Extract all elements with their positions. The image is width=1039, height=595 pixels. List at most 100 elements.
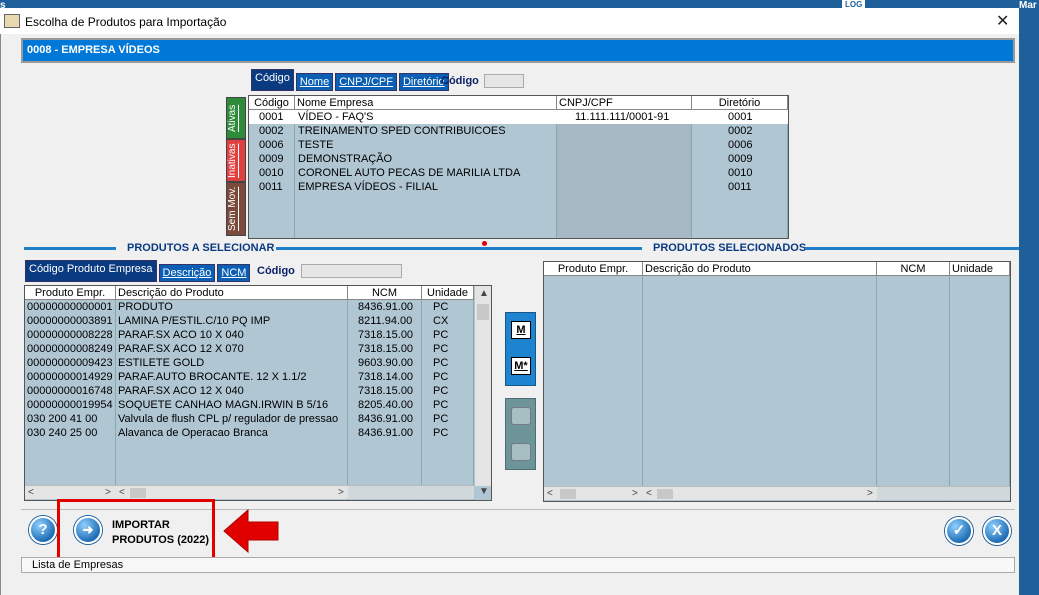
close-icon[interactable]: ✕ xyxy=(996,11,1009,31)
col-header-codigo[interactable]: Código xyxy=(249,96,295,110)
cell-produto: 00000000009423 xyxy=(27,357,113,369)
table-row[interactable]: 00000000003891 LAMINA P/ESTIL.C/10 PQ IMP… xyxy=(25,314,474,328)
vtab-ativas[interactable]: Ativas xyxy=(226,97,246,139)
cell-produto: 00000000003891 xyxy=(27,315,113,327)
tab-ncm[interactable]: NCM xyxy=(217,264,251,282)
table-row[interactable]: 00000000009423 ESTILETE GOLD 9603.90.00 PC xyxy=(25,356,474,370)
cell-descricao: ESTILETE GOLD xyxy=(118,357,205,369)
status-bar: Lista de Empresas xyxy=(21,557,1015,573)
scroll-right-icon[interactable]: > xyxy=(338,487,344,498)
cell-produto: 00000000014929 xyxy=(27,371,113,383)
cell-ncm: 8205.40.00 xyxy=(358,399,414,411)
scroll-up-icon[interactable]: ▲ xyxy=(479,288,489,299)
cell-descricao: Valvula de flush CPL p/ regulador de pre… xyxy=(118,413,339,425)
cell-ncm: 8436.91.00 xyxy=(358,427,414,439)
col-header-unidade[interactable]: Unidade xyxy=(950,262,1010,276)
help-button[interactable]: ? xyxy=(29,516,57,544)
col-header-descricao[interactable]: Descrição do Produto xyxy=(116,286,348,300)
tab-codigo-produto[interactable]: Código Produto Empresa xyxy=(25,260,157,282)
scroll-left-icon[interactable]: < xyxy=(28,487,34,498)
cell-produto: 030 200 41 00 xyxy=(27,413,98,425)
cell-diretorio: 0002 xyxy=(728,125,753,137)
table-row[interactable]: 0002 TREINAMENTO SPED CONTRIBUICOES 0002 xyxy=(249,124,788,138)
scroll-thumb[interactable] xyxy=(477,304,489,320)
cell-nome: DEMONSTRAÇÃO xyxy=(298,153,393,165)
cancel-button[interactable]: X xyxy=(983,517,1011,545)
company-search-tabs: Código Nome CNPJ/CPF Diretório xyxy=(251,69,451,91)
cell-unidade: PC xyxy=(433,385,449,397)
cell-descricao: PARAF.SX ACO 12 X 070 xyxy=(118,343,244,355)
products-vscroll[interactable]: ▲ ▼ xyxy=(475,286,491,497)
vtab-inativas[interactable]: Inativas xyxy=(226,139,246,182)
remove-selected-button[interactable] xyxy=(511,407,531,425)
cell-diretorio: 0011 xyxy=(728,181,752,193)
scroll-down-icon[interactable]: ▼ xyxy=(479,486,489,497)
table-row[interactable]: 00000000008249 PARAF.SX ACO 12 X 070 7318.… xyxy=(25,342,474,356)
cell-unidade: PC xyxy=(433,399,449,411)
cell-produto: 030 240 25 00 xyxy=(27,427,98,439)
scroll-left-icon[interactable]: < xyxy=(119,487,125,498)
col-line xyxy=(877,276,950,501)
table-row[interactable]: 00000000008228 PARAF.SX ACO 10 X 040 7318.… xyxy=(25,328,474,342)
table-row[interactable]: 00000000016748 PARAF.SX ACO 12 X 040 7318.… xyxy=(25,384,474,398)
company-search-input[interactable] xyxy=(484,74,524,88)
products-hscroll-1[interactable]: < > xyxy=(25,485,116,499)
col-header-descricao[interactable]: Descrição do Produto xyxy=(643,262,877,276)
scroll-right-icon[interactable]: > xyxy=(867,488,873,499)
col-header-nome[interactable]: Nome Empresa xyxy=(295,96,557,110)
move-all-button[interactable]: M* xyxy=(511,357,531,375)
right-section-title: PRODUTOS SELECIONADOS xyxy=(653,242,807,254)
tab-nome[interactable]: Nome xyxy=(295,73,334,91)
table-row[interactable]: 00000000014929 PARAF.AUTO BROCANTE. 12 X … xyxy=(25,370,474,384)
table-row[interactable]: 00000000019954 SOQUETE CANHAO MAGN.IRWIN … xyxy=(25,398,474,412)
col-header-ncm[interactable]: NCM xyxy=(877,262,950,276)
col-header-diretorio[interactable]: Diretório xyxy=(692,96,788,110)
vtab-sem-mov[interactable]: Sem Mov. xyxy=(226,182,246,236)
scroll-thumb[interactable] xyxy=(130,488,146,498)
cell-descricao: LAMINA P/ESTIL.C/10 PQ IMP xyxy=(118,315,271,327)
product-search-label: Código xyxy=(257,265,295,277)
selected-hscroll-2[interactable]: < > xyxy=(643,486,877,500)
scroll-left-icon[interactable]: < xyxy=(646,488,652,499)
col-header-cnpj[interactable]: CNPJ/CPF xyxy=(557,96,692,110)
cell-descricao: Alavanca de Operacao Branca xyxy=(118,427,268,439)
table-row[interactable]: 0001 VÍDEO - FAQ'S 11.111.111/0001-91 0001 xyxy=(249,110,788,124)
move-selected-button[interactable]: M xyxy=(511,321,531,339)
cell-produto: 00000000008228 xyxy=(27,329,113,341)
product-search-tabs: Código Produto Empresa Descrição NCM xyxy=(25,260,252,282)
selected-hscroll-1[interactable]: < > xyxy=(544,486,643,500)
cell-ncm: 8436.91.00 xyxy=(358,301,414,313)
scroll-left-icon[interactable]: < xyxy=(547,488,553,499)
table-row[interactable]: 00000000000001 PRODUTO 8436.91.00 PC xyxy=(25,300,474,314)
cell-descricao: PARAF.SX ACO 12 X 040 xyxy=(118,385,244,397)
tab-cnpj[interactable]: CNPJ/CPF xyxy=(335,73,397,91)
cell-codigo: 0006 xyxy=(259,139,284,151)
table-row[interactable]: 030 200 41 00 Valvula de flush CPL p/ reg… xyxy=(25,412,474,426)
scroll-right-icon[interactable]: > xyxy=(105,487,111,498)
product-search-input[interactable] xyxy=(301,264,402,278)
table-row[interactable]: 0006 TESTE 0006 xyxy=(249,138,788,152)
products-hscroll-2[interactable]: < > xyxy=(116,485,348,499)
scroll-right-icon[interactable]: > xyxy=(632,488,638,499)
col-header-unidade[interactable]: Unidade xyxy=(422,286,474,300)
cell-unidade: PC xyxy=(433,329,449,341)
table-row[interactable]: 030 240 25 00 Alavanca de Operacao Branca… xyxy=(25,426,474,440)
tab-descricao[interactable]: Descrição xyxy=(158,264,216,282)
current-company-bar: 0008 - EMPRESA VÍDEOS xyxy=(21,38,1015,63)
table-row[interactable]: 0009 DEMONSTRAÇÃO 0009 xyxy=(249,152,788,166)
scroll-thumb[interactable] xyxy=(560,489,576,499)
col-header-produto[interactable]: Produto Empr. xyxy=(544,262,643,276)
col-header-produto[interactable]: Produto Empr. xyxy=(25,286,116,300)
tab-codigo[interactable]: Código xyxy=(251,69,294,91)
table-row[interactable]: 0010 CORONEL AUTO PECAS DE MARILIA LTDA 00… xyxy=(249,166,788,180)
remove-all-button[interactable] xyxy=(511,443,531,461)
cell-produto: 00000000008249 xyxy=(27,343,113,355)
confirm-button[interactable]: ✓ xyxy=(945,517,973,545)
cell-codigo: 0002 xyxy=(259,125,284,137)
table-row[interactable]: 0011 EMPRESA VÍDEOS - FILIAL 0011 xyxy=(249,180,788,194)
cell-unidade: PC xyxy=(433,413,449,425)
cell-descricao: PARAF.SX ACO 10 X 040 xyxy=(118,329,244,341)
scroll-thumb[interactable] xyxy=(657,489,673,499)
splitter-dot[interactable] xyxy=(482,241,487,246)
col-header-ncm[interactable]: NCM xyxy=(348,286,422,300)
